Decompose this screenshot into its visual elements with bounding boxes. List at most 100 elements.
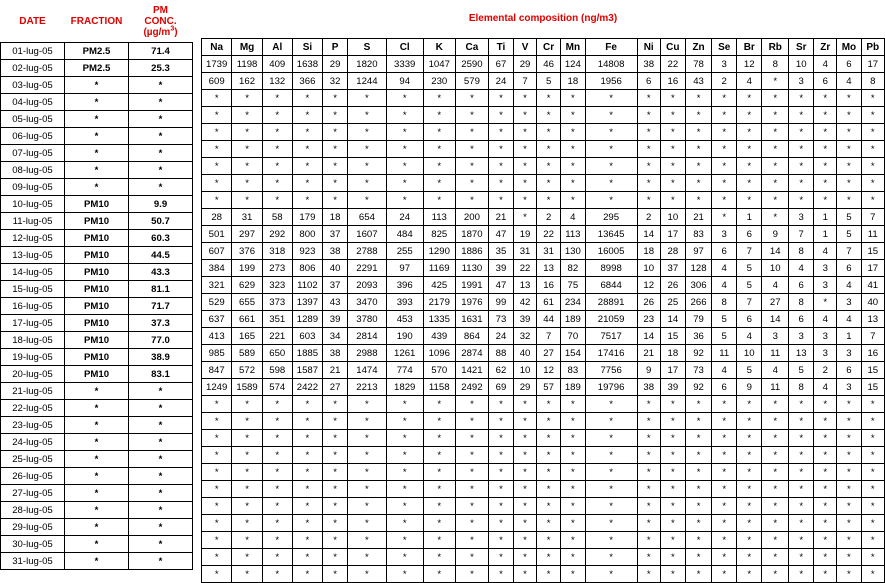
element-header-cell: Al	[261, 38, 293, 56]
element-value-cell: *	[761, 208, 790, 226]
element-value-cell: 16	[860, 344, 885, 362]
element-value-cell: *	[584, 123, 638, 141]
fraction-cell: *	[64, 518, 129, 536]
element-value-cell: *	[836, 565, 862, 583]
element-header-cell: Si	[291, 38, 324, 56]
date-cell: 10-lug-05	[0, 195, 65, 213]
fraction-cell: PM10	[64, 195, 129, 213]
element-value-cell: *	[711, 531, 738, 549]
element-header-cell: Cl	[385, 38, 424, 56]
fraction-cell: PM2.5	[64, 42, 129, 60]
element-value-cell: *	[454, 123, 490, 141]
element-value-cell: *	[711, 463, 738, 481]
element-value-cell: 16005	[584, 242, 638, 260]
element-value-cell: 21	[636, 344, 661, 362]
element-value-cell: *	[860, 548, 885, 566]
pm-conc-cell: *	[128, 433, 193, 451]
element-value-cell: *	[836, 412, 862, 430]
element-value-cell: *	[560, 565, 586, 583]
element-value-cell: *	[636, 514, 661, 532]
element-value-cell: *	[659, 429, 686, 447]
element-value-cell: *	[736, 140, 763, 158]
table-row: 30-lug-05 * *	[0, 535, 193, 553]
element-value-cell: 7	[860, 327, 885, 345]
element-value-cell: *	[836, 531, 862, 549]
element-value-cell: *	[322, 429, 349, 447]
element-value-cell: 47	[488, 276, 514, 294]
element-value-cell: *	[385, 531, 424, 549]
fraction-cell: PM10	[64, 348, 129, 366]
element-value-cell: 4	[761, 276, 790, 294]
table-row: 15-lug-05 PM10 81.1	[0, 280, 193, 298]
element-value-cell: *	[422, 157, 456, 175]
element-value-cell: *	[788, 429, 815, 447]
element-value-cell: *	[454, 565, 490, 583]
element-value-cell: *	[836, 480, 862, 498]
element-value-cell: *	[347, 191, 387, 209]
element-value-cell: 4	[813, 242, 838, 260]
element-value-cell: *	[261, 395, 293, 413]
element-value-cell: *	[385, 429, 424, 447]
element-value-cell: *	[761, 497, 790, 515]
element-value-cell: *	[659, 480, 686, 498]
element-value-cell: 4	[560, 208, 586, 226]
element-value-cell: 8	[788, 242, 815, 260]
element-value-cell: *	[659, 412, 686, 430]
element-value-cell: *	[836, 106, 862, 124]
pm-conc-cell: 60.3	[128, 229, 193, 247]
table-row: 529 655 373 1397 43 3470 393 2179 1976 99 42 61 234 2…	[200, 293, 885, 311]
element-value-cell: 1169	[422, 259, 456, 277]
element-value-cell: *	[560, 106, 586, 124]
element-value-cell: 36	[684, 327, 713, 345]
element-value-cell: *	[512, 463, 538, 481]
element-value-cell: *	[231, 123, 263, 141]
element-value-cell: 4	[711, 361, 738, 379]
element-value-cell: *	[684, 395, 713, 413]
element-header-cell: Mo	[836, 38, 862, 56]
element-value-cell: 825	[422, 225, 456, 243]
element-value-cell: *	[488, 429, 514, 447]
element-value-cell: *	[261, 463, 293, 481]
element-value-cell: *	[813, 123, 838, 141]
element-value-cell: 7	[512, 72, 538, 90]
element-value-cell: 425	[422, 276, 456, 294]
element-value-cell: *	[636, 191, 661, 209]
fraction-cell: *	[64, 416, 129, 434]
element-value-cell: 7	[836, 242, 862, 260]
element-value-cell: 22	[536, 225, 562, 243]
element-value-cell: *	[860, 123, 885, 141]
element-value-cell: *	[536, 565, 562, 583]
element-value-cell: 396	[385, 276, 424, 294]
date-cell: 06-lug-05	[0, 127, 65, 145]
fraction-cell: PM10	[64, 365, 129, 383]
element-header-cell: Pb	[860, 38, 885, 56]
element-value-cell: *	[636, 446, 661, 464]
element-value-cell: *	[454, 191, 490, 209]
element-value-cell: *	[512, 497, 538, 515]
element-value-cell: *	[488, 565, 514, 583]
date-cell: 17-lug-05	[0, 314, 65, 332]
element-value-cell: 774	[385, 361, 424, 379]
element-value-cell: *	[584, 565, 638, 583]
element-value-cell: *	[347, 157, 387, 175]
element-value-cell: *	[711, 123, 738, 141]
element-value-cell: *	[788, 123, 815, 141]
element-value-cell: *	[536, 174, 562, 192]
element-value-cell: 306	[684, 276, 713, 294]
element-value-cell: 13	[860, 310, 885, 328]
fraction-cell: *	[64, 76, 129, 94]
element-value-cell: *	[684, 446, 713, 464]
table-row: 01-lug-05 PM2.5 71.4	[0, 42, 193, 60]
element-value-cell: *	[736, 123, 763, 141]
element-value-cell: *	[788, 548, 815, 566]
element-value-cell: 10	[636, 259, 661, 277]
pm-conc-cell: *	[128, 535, 193, 553]
element-value-cell: 44	[536, 310, 562, 328]
element-value-cell: 1261	[385, 344, 424, 362]
table-row: 29-lug-05 * *	[0, 518, 193, 536]
element-value-cell: 295	[584, 208, 638, 226]
element-value-cell: 607	[200, 242, 233, 260]
fraction-cell: PM10	[64, 263, 129, 281]
element-value-cell: 24	[385, 208, 424, 226]
element-value-cell: 8	[788, 378, 815, 396]
